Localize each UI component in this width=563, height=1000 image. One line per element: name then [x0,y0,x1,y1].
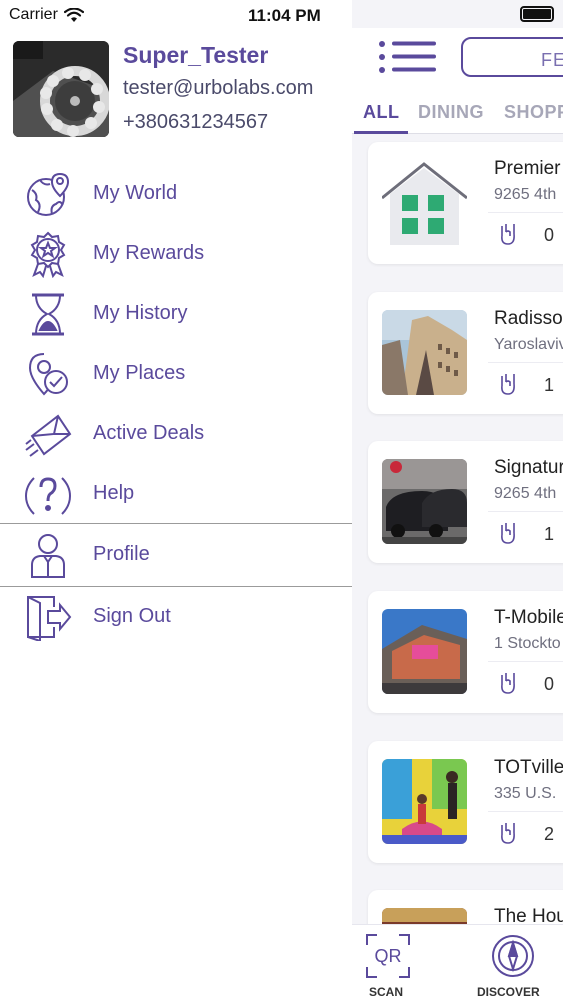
card-separator [488,511,563,512]
top-bar: FE [352,28,563,88]
place-thumbnail [382,160,467,245]
like-count: 0 [544,225,555,245]
qr-icon-text: QR [375,946,402,966]
menu-item-my-rewards[interactable]: My Rewards [0,226,352,282]
place-address: 335 U.S. [494,785,557,802]
like-count: 2 [544,824,555,844]
award-badge-icon [30,231,66,278]
menu-item-my-world[interactable]: My World [0,166,352,222]
tab-shopping[interactable]: SHOPP [504,102,563,123]
place-address: Yaroslaviv [494,336,563,353]
card-separator [488,811,563,812]
like-count: 0 [544,674,555,694]
feed-filter-button[interactable]: FE [461,37,563,77]
rock-hand-icon[interactable] [498,372,518,396]
side-drawer: Carrier 11:04 PM Super_Tester tester@urb… [0,0,352,1000]
rock-hand-icon[interactable] [498,521,518,545]
menu-label-my-rewards: My Rewards [93,242,205,264]
menu-item-help[interactable]: Help [0,466,352,522]
menu-item-my-history[interactable]: My History [0,286,352,342]
place-thumbnail [382,759,467,844]
active-tab-indicator [354,131,408,134]
category-tabs: ALL DINING SHOPP [352,88,563,134]
place-address: 9265 4th [494,186,557,203]
user-icon [31,534,65,578]
wifi-icon [63,7,84,22]
status-time: 11:04 PM [248,6,321,25]
bottom-nav: QR SCAN DISCOVER [352,924,563,1000]
compass-icon [492,935,534,977]
card-separator [488,212,563,213]
user-email: tester@urbolabs.com [123,77,314,99]
nav-discover-label: DISCOVER [477,985,540,999]
menu-label-my-history: My History [93,302,188,324]
rock-hand-icon[interactable] [498,671,518,695]
card-separator [488,362,563,363]
menu-label-my-places: My Places [93,362,186,384]
map-pin-check-icon [28,353,68,396]
tab-all[interactable]: ALL [363,102,400,123]
hourglass-icon [32,293,64,336]
place-title: Premier [494,158,561,179]
sign-out-icon [27,596,72,641]
rock-hand-icon[interactable] [498,821,518,845]
menu-label-help: Help [93,482,135,504]
place-thumbnail [382,459,467,544]
list-menu-icon[interactable] [378,40,438,74]
place-title: TOTville [494,757,563,778]
menu-label-active-deals: Active Deals [93,422,205,444]
carrier-label: Carrier [9,6,58,23]
menu-item-my-places[interactable]: My Places [0,346,352,402]
place-title: Signatur [494,457,563,478]
place-thumbnail [382,609,467,694]
place-address: 1 Stockto [494,635,561,652]
menu-divider-bottom [0,586,352,587]
place-card[interactable]: Premier 9265 4th 0 [368,142,563,264]
qr-scan-icon: QR [366,934,410,978]
envelope-send-icon [25,414,72,457]
place-thumbnail [382,310,467,395]
help-circle-icon [24,477,72,515]
place-title: Radisso [494,308,563,329]
nav-discover[interactable]: DISCOVER [474,925,554,1000]
user-name: Super_Tester [123,42,269,68]
user-phone: +380631234567 [123,111,269,133]
rock-hand-icon[interactable] [498,222,518,246]
main-feed-panel: FE ALL DINING SHOPP Premier 9265 4th 0 R… [352,0,563,1000]
place-card[interactable]: TOTville 335 U.S. 2 [368,741,563,863]
tab-dining[interactable]: DINING [418,102,484,123]
battery-icon [520,6,554,22]
menu-label-profile: Profile [93,543,150,565]
globe-pin-icon [27,172,70,216]
nav-scan[interactable]: QR SCAN [352,925,432,1000]
menu-item-sign-out[interactable]: Sign Out [0,589,352,645]
menu-label-sign-out: Sign Out [93,605,171,627]
place-card[interactable]: Radisso Yaroslaviv 1 [368,292,563,414]
house-icon [382,160,467,245]
card-separator [488,661,563,662]
place-title: T-Mobile [494,607,563,628]
like-count: 1 [544,524,555,544]
menu-divider-top [0,523,352,524]
status-carrier-group: Carrier [9,6,84,24]
menu-item-profile[interactable]: Profile [0,527,352,583]
place-card[interactable]: T-Mobile 1 Stockto 0 [368,591,563,713]
menu-label-my-world: My World [93,182,178,204]
place-address: 9265 4th [494,485,557,502]
nav-scan-label: SCAN [369,985,404,999]
place-card[interactable]: Signatur 9265 4th 1 [368,441,563,563]
like-count: 1 [544,375,555,395]
menu-item-active-deals[interactable]: Active Deals [0,406,352,462]
avatar[interactable] [13,41,109,137]
